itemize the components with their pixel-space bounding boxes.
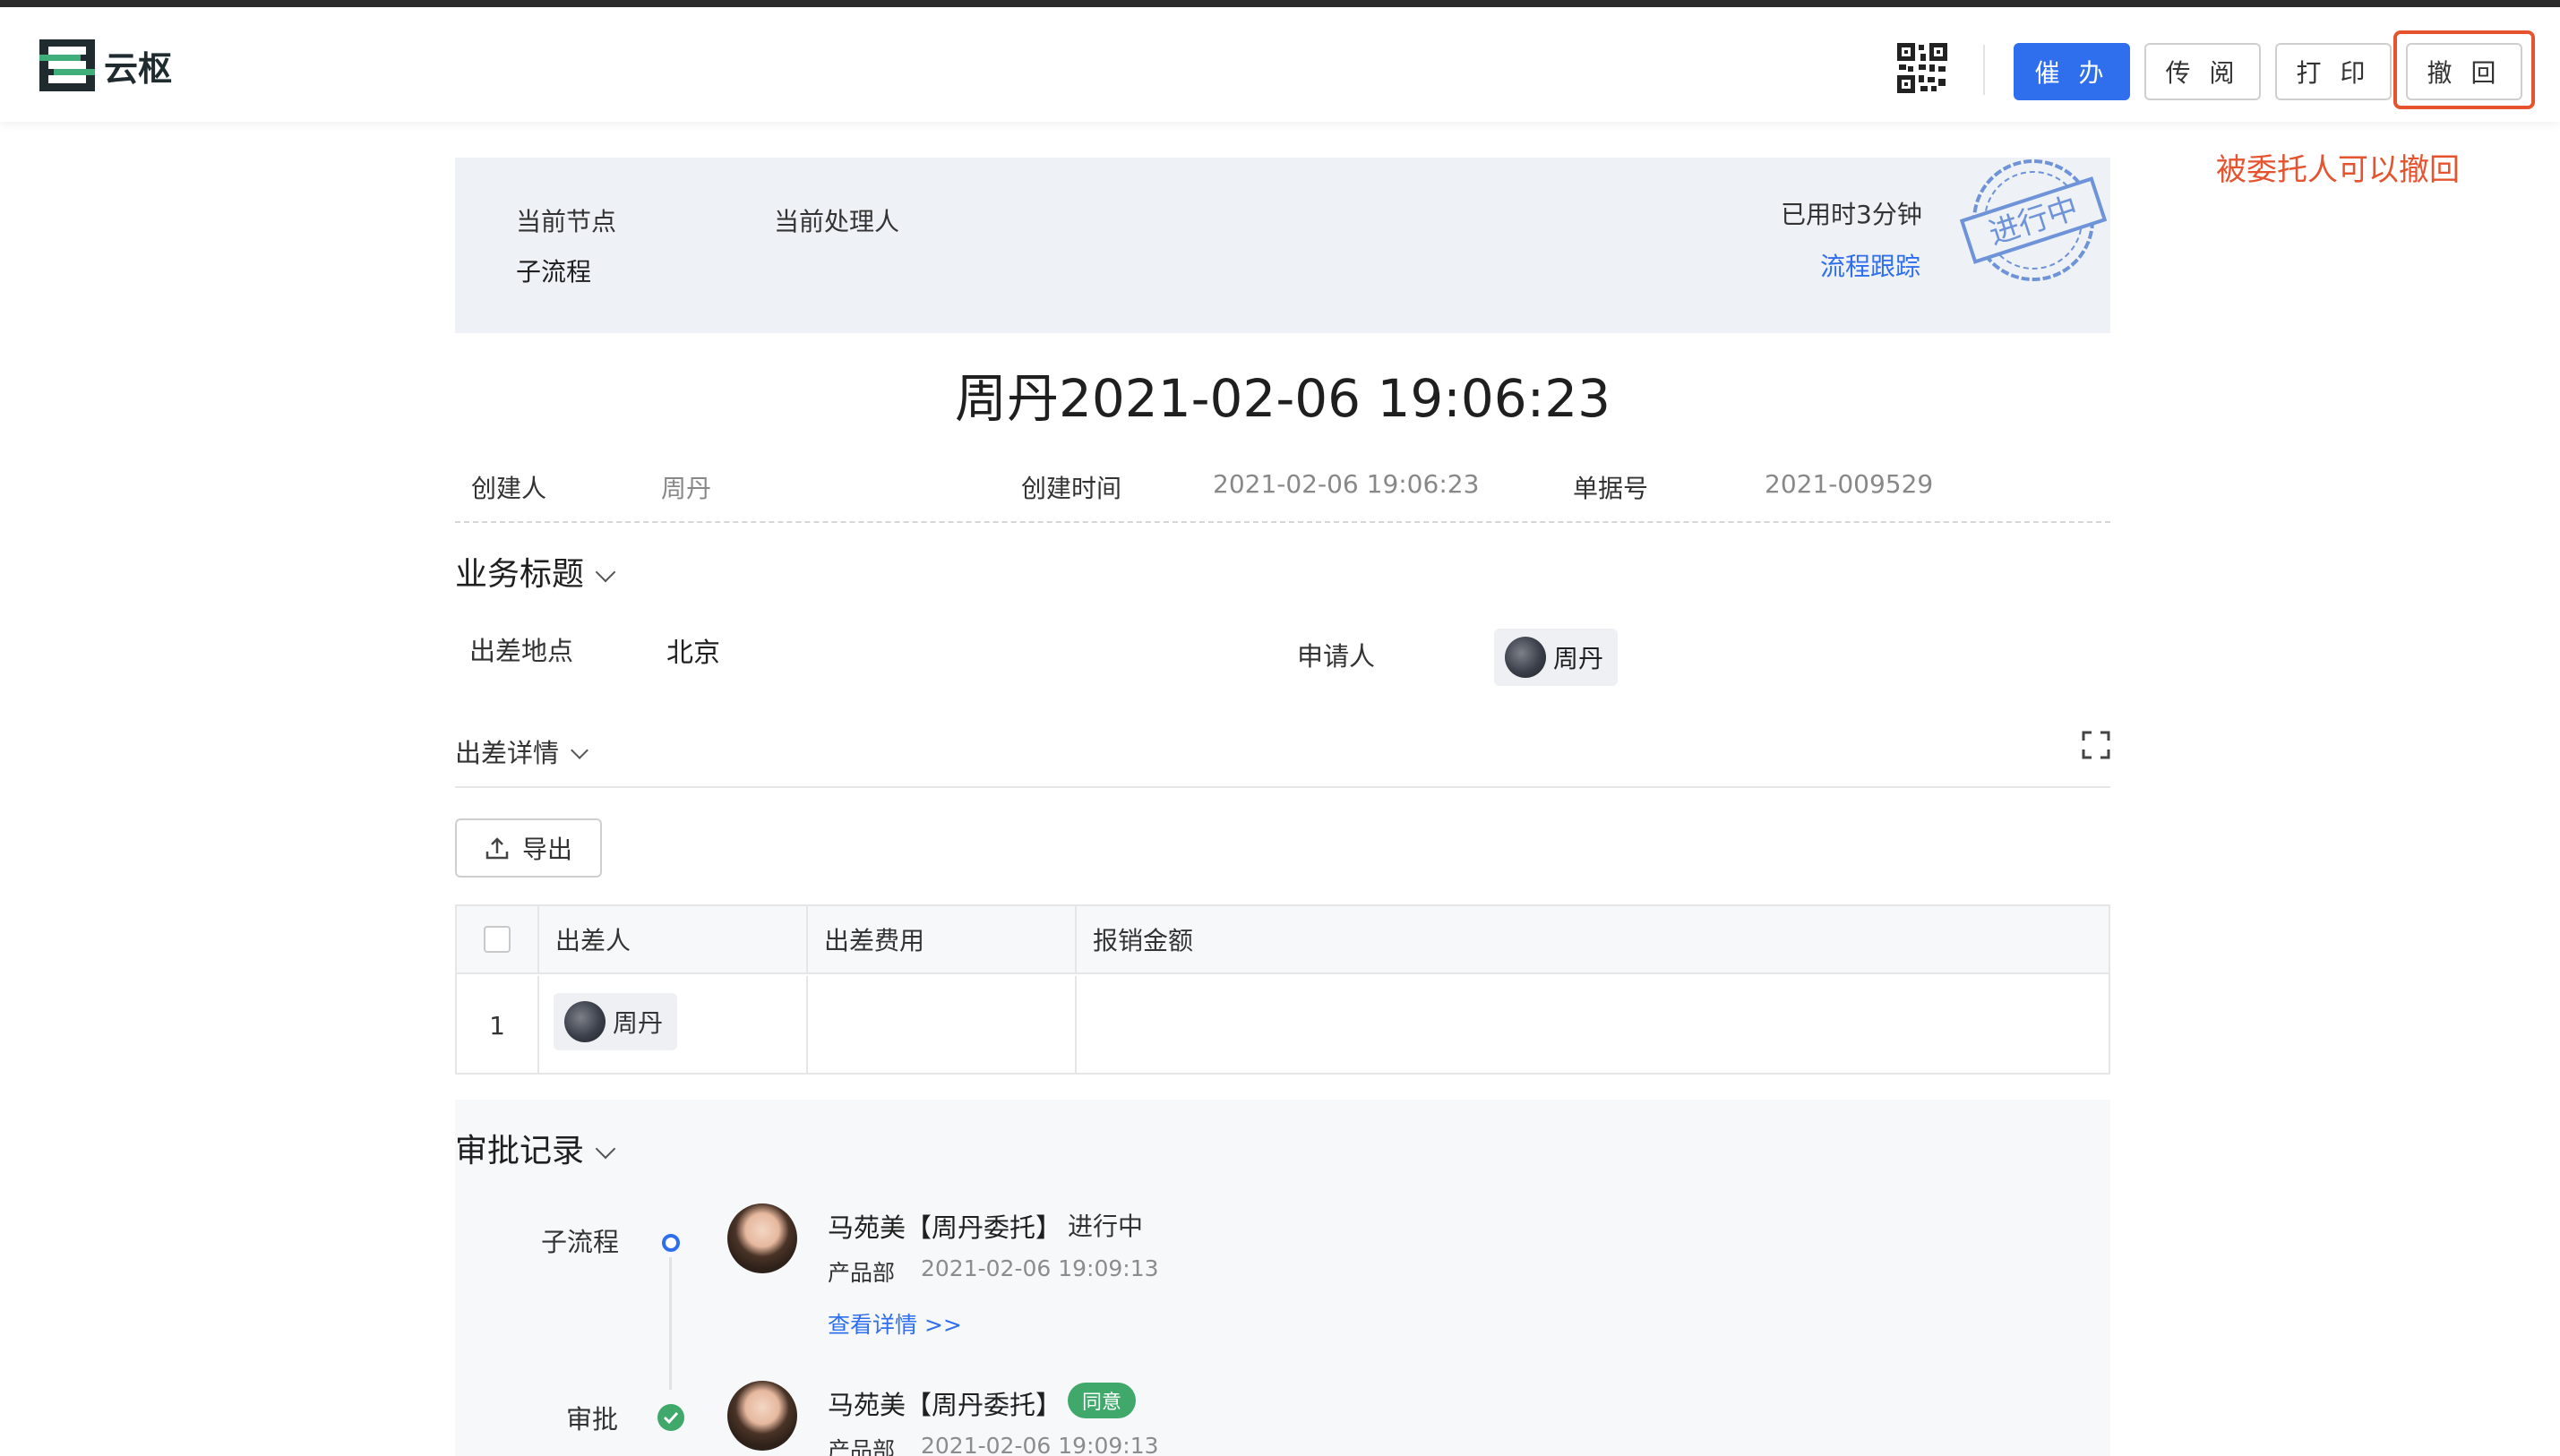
travel-detail-toggle[interactable]: 出差详情 xyxy=(455,732,588,770)
brand-logo[interactable]: 云枢 xyxy=(39,39,172,91)
detail-divider xyxy=(455,786,2110,788)
timeline-line xyxy=(669,1257,672,1390)
record-approver: 马苑美【周丹委托】 xyxy=(828,1212,1062,1243)
business-title-label: 业务标题 xyxy=(455,556,585,593)
record-status: 进行中 xyxy=(1068,1212,1144,1241)
header-divider xyxy=(1983,45,1985,95)
chevron-down-icon xyxy=(571,741,588,759)
record-node: 子流程 xyxy=(541,1227,620,1257)
withdraw-highlight-box xyxy=(2393,30,2535,109)
traveler-chip[interactable]: 周丹 xyxy=(554,993,678,1050)
circulate-button[interactable]: 传 阅 xyxy=(2144,43,2261,100)
column-header-cost: 出差费用 xyxy=(808,906,1077,974)
select-all-cell xyxy=(457,906,539,974)
in-progress-stamp: 进行中 xyxy=(1956,158,2110,292)
chevron-down-icon xyxy=(595,1138,616,1160)
approval-section xyxy=(455,1100,2110,1456)
select-all-checkbox[interactable] xyxy=(484,926,511,953)
current-handler-label: 当前处理人 xyxy=(774,207,900,236)
elapsed-time: 已用时3分钟 xyxy=(1781,200,1922,229)
print-button[interactable]: 打 印 xyxy=(2275,43,2392,100)
business-title-toggle[interactable]: 业务标题 xyxy=(455,548,616,595)
withdraw-annotation: 被委托人可以撤回 xyxy=(2216,152,2460,188)
qr-code-icon[interactable] xyxy=(1897,43,1947,93)
creator-value: 周丹 xyxy=(661,474,712,503)
fullscreen-icon[interactable] xyxy=(2082,731,2110,759)
avatar xyxy=(1505,637,1546,678)
avatar xyxy=(727,1203,797,1273)
approval-record-toggle[interactable]: 审批记录 xyxy=(455,1125,616,1171)
record-time: 2021-02-06 19:09:13 xyxy=(921,1255,1159,1281)
applicant-label: 申请人 xyxy=(1297,641,1376,672)
window-top-bar xyxy=(0,0,2560,7)
creator-label: 创建人 xyxy=(471,474,547,503)
applicant-name: 周丹 xyxy=(1553,644,1604,673)
row-index: 1 xyxy=(457,976,539,1075)
meta-divider xyxy=(455,521,2110,523)
timeline-dot-pending xyxy=(662,1234,680,1252)
created-time-value: 2021-02-06 19:06:23 xyxy=(1213,469,1480,499)
urge-button[interactable]: 催 办 xyxy=(2014,43,2130,100)
form-title: 周丹2021-02-06 19:06:23 xyxy=(955,368,1611,429)
record-approver: 马苑美【周丹委托】 xyxy=(828,1390,1062,1420)
current-node-label: 当前节点 xyxy=(516,207,617,236)
traveler-name: 周丹 xyxy=(613,1008,664,1038)
location-value: 北京 xyxy=(666,638,720,669)
created-time-label: 创建时间 xyxy=(1021,474,1122,503)
record-time: 2021-02-06 19:09:13 xyxy=(921,1433,1159,1456)
export-button[interactable]: 导出 xyxy=(455,818,602,878)
current-node-value: 子流程 xyxy=(516,257,592,287)
approval-record-label: 审批记录 xyxy=(455,1133,585,1169)
record-node: 审批 xyxy=(566,1404,619,1435)
record-dept: 产品部 xyxy=(828,1260,896,1286)
brand-name: 云枢 xyxy=(104,48,173,89)
avatar xyxy=(727,1381,797,1451)
view-detail-link[interactable]: 查看详情 >> xyxy=(828,1307,962,1340)
export-label: 导出 xyxy=(521,835,572,864)
chevron-down-icon xyxy=(595,561,616,583)
column-header-traveler: 出差人 xyxy=(539,906,808,974)
avatar xyxy=(564,1001,606,1042)
travel-detail-label: 出差详情 xyxy=(455,738,560,768)
doc-number-value: 2021-009529 xyxy=(1765,469,1934,499)
logo-icon xyxy=(39,39,95,91)
app-header: 云枢 催 办 传 阅 打 印 撤 回 xyxy=(0,7,2560,122)
table-row: 周丹 xyxy=(539,976,808,1075)
travel-table: 出差人 出差费用 报销金额 1 周丹 xyxy=(455,904,2110,1075)
process-track-link[interactable]: 流程跟踪 xyxy=(1820,247,1920,283)
location-label: 出差地点 xyxy=(469,636,574,666)
applicant-chip[interactable]: 周丹 xyxy=(1494,629,1619,686)
approve-badge: 同意 xyxy=(1068,1383,1137,1418)
column-header-reimburse: 报销金额 xyxy=(1077,906,2109,974)
record-dept: 产品部 xyxy=(828,1437,896,1456)
upload-icon xyxy=(485,837,509,860)
cost-cell[interactable] xyxy=(808,976,1077,1075)
status-panel: 当前节点 子流程 当前处理人 已用时3分钟 流程跟踪 进行中 xyxy=(455,158,2110,333)
check-icon xyxy=(657,1404,684,1431)
doc-number-label: 单据号 xyxy=(1573,474,1649,503)
reimburse-cell[interactable] xyxy=(1077,976,2109,1075)
